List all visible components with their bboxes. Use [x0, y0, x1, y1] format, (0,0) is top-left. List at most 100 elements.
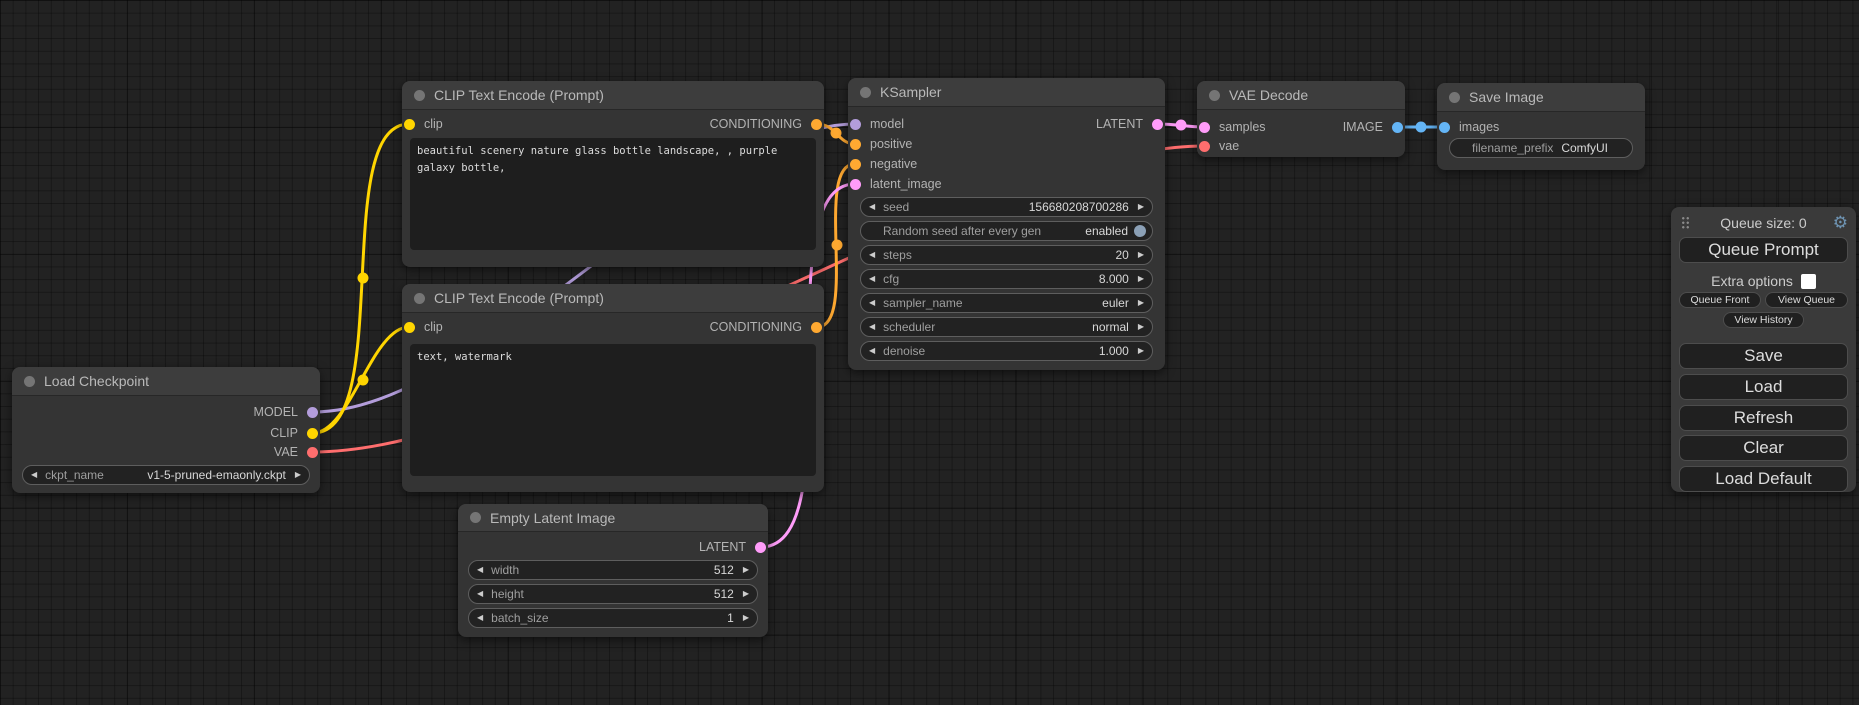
queue-prompt-button[interactable]: Queue Prompt: [1679, 237, 1848, 263]
model-port-icon[interactable]: [307, 407, 318, 418]
widget-prev-icon[interactable]: ◀: [869, 275, 875, 283]
filename-prefix-widget[interactable]: filename_prefix ComfyUI: [1449, 138, 1633, 158]
node-clip-text-encode-negative[interactable]: CLIP Text Encode (Prompt) clip CONDITION…: [402, 284, 824, 492]
image-port-icon[interactable]: [1439, 122, 1450, 133]
widget-next-icon[interactable]: ▶: [1138, 299, 1144, 307]
node-title-bar[interactable]: Load Checkpoint: [12, 367, 320, 396]
output-conditioning[interactable]: CONDITIONING: [710, 114, 824, 134]
latent-port-icon[interactable]: [1152, 119, 1163, 130]
conditioning-port-icon[interactable]: [811, 119, 822, 130]
batch-size-widget[interactable]: ◀ batch_size 1 ▶: [468, 608, 758, 628]
node-vae-decode[interactable]: VAE Decode samples vae IMAGE: [1197, 81, 1405, 157]
input-samples[interactable]: samples: [1197, 117, 1266, 137]
view-history-button[interactable]: View History: [1723, 312, 1804, 328]
widget-prev-icon[interactable]: ◀: [869, 347, 875, 355]
steps-widget[interactable]: ◀ steps 20 ▶: [860, 245, 1153, 265]
latent-port-icon[interactable]: [755, 542, 766, 553]
extra-options-checkbox[interactable]: [1801, 274, 1816, 289]
output-conditioning[interactable]: CONDITIONING: [710, 317, 824, 337]
input-positive[interactable]: positive: [848, 134, 912, 154]
vae-port-icon[interactable]: [1199, 141, 1210, 152]
widget-next-icon[interactable]: ▶: [743, 566, 749, 574]
width-widget[interactable]: ◀ width 512 ▶: [468, 560, 758, 580]
widget-prev-icon[interactable]: ◀: [477, 590, 483, 598]
widget-next-icon[interactable]: ▶: [1138, 347, 1144, 355]
random-seed-toggle[interactable]: Random seed after every gen enabled: [860, 221, 1153, 241]
toggle-enabled-icon[interactable]: [1134, 225, 1146, 237]
denoise-widget[interactable]: ◀ denoise 1.000 ▶: [860, 341, 1153, 361]
widget-next-icon[interactable]: ▶: [1138, 275, 1144, 283]
negative-prompt-textarea[interactable]: text, watermark: [410, 344, 816, 476]
widget-next-icon[interactable]: ▶: [743, 614, 749, 622]
widget-prev-icon[interactable]: ◀: [869, 203, 875, 211]
widget-prev-icon[interactable]: ◀: [477, 614, 483, 622]
input-images[interactable]: images: [1437, 117, 1499, 137]
node-ksampler[interactable]: KSampler model positive negative latent_…: [848, 78, 1165, 370]
port-label: images: [1459, 120, 1499, 134]
conditioning-port-icon[interactable]: [811, 322, 822, 333]
clip-port-icon[interactable]: [404, 322, 415, 333]
node-load-checkpoint[interactable]: Load Checkpoint MODEL CLIP VAE ◀ ckpt_na…: [12, 367, 320, 493]
load-default-button[interactable]: Load Default: [1679, 466, 1848, 492]
widget-next-icon[interactable]: ▶: [295, 471, 301, 479]
widget-next-icon[interactable]: ▶: [1138, 203, 1144, 211]
node-title-bar[interactable]: Empty Latent Image: [458, 504, 768, 532]
seed-widget[interactable]: ◀ seed 156680208700286 ▶: [860, 197, 1153, 217]
load-button[interactable]: Load: [1679, 374, 1848, 400]
widget-prev-icon[interactable]: ◀: [869, 323, 875, 331]
node-title-bar[interactable]: CLIP Text Encode (Prompt): [402, 81, 824, 110]
link-midpoint-dot: [831, 128, 842, 139]
widget-next-icon[interactable]: ▶: [1138, 323, 1144, 331]
node-title-bar[interactable]: KSampler: [848, 78, 1165, 107]
node-title-bar[interactable]: CLIP Text Encode (Prompt): [402, 284, 824, 313]
node-save-image[interactable]: Save Image images filename_prefix ComfyU…: [1437, 83, 1645, 170]
link-midpoint-dot: [832, 240, 843, 251]
output-latent[interactable]: LATENT: [699, 537, 768, 557]
vae-port-icon[interactable]: [307, 447, 318, 458]
height-widget[interactable]: ◀ height 512 ▶: [468, 584, 758, 604]
ckpt-name-widget[interactable]: ◀ ckpt_name v1-5-pruned-emaonly.ckpt ▶: [22, 465, 310, 485]
widget-label: cfg: [883, 272, 899, 286]
widget-next-icon[interactable]: ▶: [743, 590, 749, 598]
image-port-icon[interactable]: [1392, 122, 1403, 133]
scheduler-widget[interactable]: ◀ scheduler normal ▶: [860, 317, 1153, 337]
output-model[interactable]: MODEL: [254, 402, 320, 422]
node-title-bar[interactable]: VAE Decode: [1197, 81, 1405, 110]
model-port-icon[interactable]: [850, 119, 861, 130]
clip-port-icon[interactable]: [307, 428, 318, 439]
node-clip-text-encode-positive[interactable]: CLIP Text Encode (Prompt) clip CONDITION…: [402, 81, 824, 267]
node-title-bar[interactable]: Save Image: [1437, 83, 1645, 112]
widget-prev-icon[interactable]: ◀: [31, 471, 37, 479]
input-clip[interactable]: clip: [402, 114, 443, 134]
output-clip[interactable]: CLIP: [270, 423, 320, 443]
widget-next-icon[interactable]: ▶: [1138, 251, 1144, 259]
settings-gear-icon[interactable]: ⚙: [1833, 213, 1848, 233]
widget-label: steps: [883, 248, 912, 262]
widget-prev-icon[interactable]: ◀: [869, 251, 875, 259]
cfg-widget[interactable]: ◀ cfg 8.000 ▶: [860, 269, 1153, 289]
widget-prev-icon[interactable]: ◀: [869, 299, 875, 307]
output-latent[interactable]: LATENT: [1096, 114, 1165, 134]
queue-front-button[interactable]: Queue Front: [1679, 292, 1761, 308]
sampler-name-widget[interactable]: ◀ sampler_name euler ▶: [860, 293, 1153, 313]
refresh-button[interactable]: Refresh: [1679, 405, 1848, 431]
input-vae[interactable]: vae: [1197, 136, 1239, 156]
latent-port-icon[interactable]: [1199, 122, 1210, 133]
node-empty-latent-image[interactable]: Empty Latent Image LATENT ◀ width 512 ▶ …: [458, 504, 768, 637]
conditioning-port-icon[interactable]: [850, 139, 861, 150]
input-model[interactable]: model: [848, 114, 904, 134]
comfyui-canvas[interactable]: { "canvas": {"background": "#222222", "g…: [0, 0, 1859, 705]
latent-port-icon[interactable]: [850, 179, 861, 190]
output-vae[interactable]: VAE: [274, 442, 320, 462]
conditioning-port-icon[interactable]: [850, 159, 861, 170]
input-negative[interactable]: negative: [848, 154, 917, 174]
input-clip[interactable]: clip: [402, 317, 443, 337]
clip-port-icon[interactable]: [404, 119, 415, 130]
positive-prompt-textarea[interactable]: beautiful scenery nature glass bottle la…: [410, 138, 816, 250]
output-image[interactable]: IMAGE: [1343, 117, 1405, 137]
clear-button[interactable]: Clear: [1679, 435, 1848, 461]
input-latent-image[interactable]: latent_image: [848, 174, 942, 194]
save-button[interactable]: Save: [1679, 343, 1848, 369]
view-queue-button[interactable]: View Queue: [1765, 292, 1848, 308]
widget-prev-icon[interactable]: ◀: [477, 566, 483, 574]
